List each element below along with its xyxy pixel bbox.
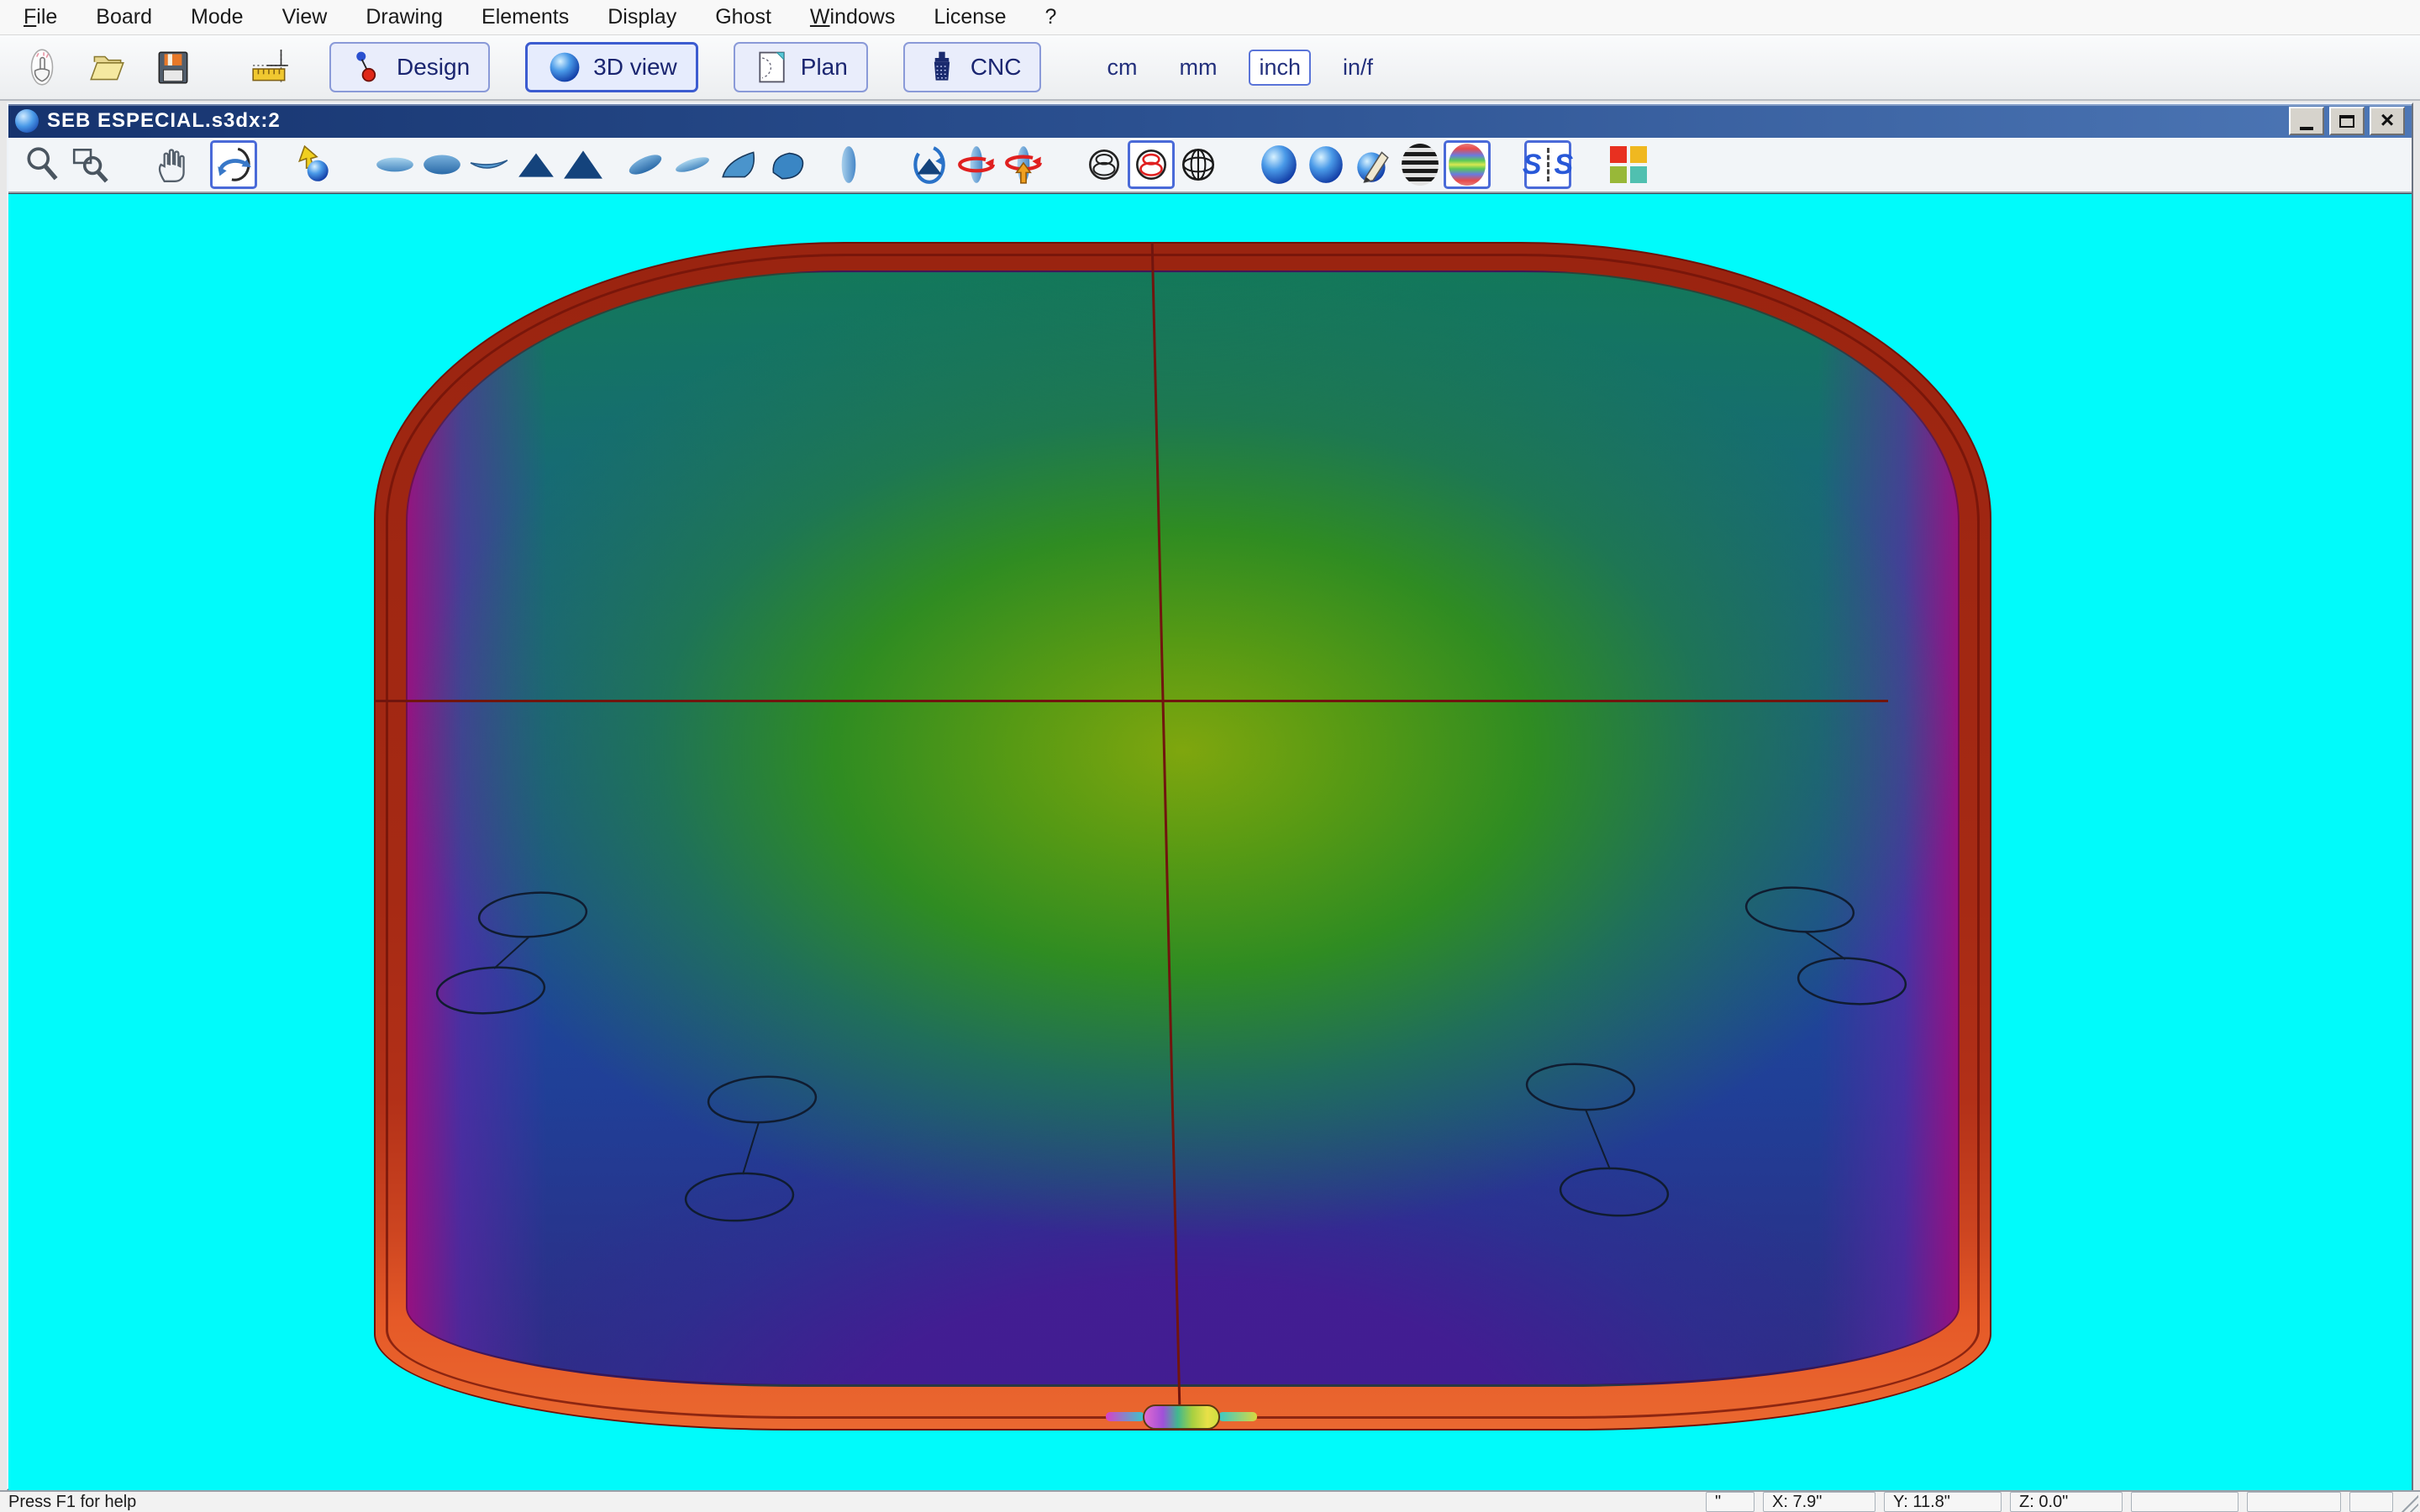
cnc-button[interactable]: CNC [903,42,1042,92]
pan-hand-icon[interactable] [148,140,195,189]
profile-triangle-1-icon[interactable] [513,140,560,189]
minimize-button[interactable] [2289,107,2324,135]
pick-point-icon[interactable] [291,140,338,189]
status-x-coordinate: X: 7.9" [1763,1492,1876,1512]
menu-drawing[interactable]: Drawing [366,5,443,29]
main-toolbar: Design 3D view Plan CNC cm mm inch in/f [0,35,2420,101]
surfboard-3d [374,242,1991,1431]
app-window: File Board Mode View Drawing Elements Di… [0,0,2420,1512]
board-front-icon[interactable] [825,140,872,189]
status-bar: Press F1 for help " X: 7.9" Y: 11.8" Z: … [0,1490,2420,1512]
menu-board[interactable]: Board [96,5,152,29]
status-empty-1 [2131,1492,2238,1512]
slice-oblique-2-icon[interactable] [669,140,716,189]
profile-triangle-2-icon[interactable] [560,140,607,189]
document-title: SEB ESPECIAL.s3dx:2 [47,109,2281,133]
menu-display[interactable]: Display [608,5,676,29]
tools-toolbar: SS [8,138,2412,193]
cnc-mill-icon [923,49,960,86]
board-yaw-rotate-icon[interactable] [953,140,1000,189]
wireframe-rings-icon[interactable] [1081,140,1128,189]
render-stripes-icon[interactable] [1397,140,1444,189]
pointer-board-icon[interactable] [18,44,66,91]
app-sphere-icon [15,109,39,133]
status-z-coordinate: Z: 0.0" [2010,1492,2123,1512]
symmetry-check-icon[interactable]: SS [1524,140,1571,189]
plan-button[interactable]: Plan [734,42,868,92]
tail-plug-streak-left [1106,1412,1144,1421]
board-deck-surface [406,270,1960,1387]
open-folder-icon[interactable] [84,44,131,91]
menu-mode[interactable]: Mode [191,5,244,29]
design-nodes-icon [350,49,387,86]
render-edit-pencil-icon[interactable] [1349,140,1397,189]
sphere-icon [546,49,583,86]
menu-view[interactable]: View [282,5,328,29]
status-empty-2 [2247,1492,2341,1512]
fin-plug-pair-right-front [1739,883,1916,1009]
unit-cm[interactable]: cm [1097,50,1147,86]
menu-ghost[interactable]: Ghost [715,5,771,29]
3d-view-button[interactable]: 3D view [525,42,698,92]
outline-flat-icon[interactable] [371,140,418,189]
render-sphere-1-icon[interactable] [1255,140,1302,189]
tail-fin-box [1143,1404,1220,1430]
render-rainbow-icon[interactable] [1444,140,1491,189]
viewport-canvas[interactable] [8,193,2412,1490]
menu-license[interactable]: License [934,5,1006,29]
design-button[interactable]: Design [329,42,490,92]
fin-plug-pair-left-front [429,887,597,1021]
unit-inf[interactable]: in/f [1333,50,1383,86]
wedge-view-icon[interactable] [716,140,763,189]
color-palette-icon[interactable] [1605,140,1652,189]
wireframe-rings-red-icon[interactable] [1128,140,1175,189]
unit-mm[interactable]: mm [1169,50,1227,86]
render-sphere-2-icon[interactable] [1302,140,1349,189]
zoom-icon[interactable] [20,140,67,189]
units-selector: cm mm inch in/f [1097,50,1383,86]
fin-plug-pair-right-rear [1521,1059,1681,1223]
rotate-3d-icon[interactable] [210,140,257,189]
volume-blob-icon[interactable] [763,140,810,189]
tail-plug-streak-right [1218,1412,1257,1421]
ruler-guides-icon[interactable] [247,44,294,91]
slice-oblique-1-icon[interactable] [622,140,669,189]
zoom-window-icon[interactable] [67,140,114,189]
close-button[interactable]: × [2370,107,2405,135]
document-title-bar[interactable]: SEB ESPECIAL.s3dx:2 × [8,104,2412,138]
status-help-text: Press F1 for help [0,1493,1706,1512]
plan-sheet-icon [754,49,791,86]
resize-grip[interactable] [2396,1492,2418,1512]
save-icon[interactable] [150,44,197,91]
fin-plug-pair-left-rear [681,1072,832,1231]
status-y-coordinate: Y: 11.8" [1884,1492,2002,1512]
board-yaw-up-icon[interactable] [1000,140,1047,189]
outline-full-icon[interactable] [418,140,466,189]
unit-inch[interactable]: inch [1249,50,1311,86]
status-empty-3 [2349,1492,2393,1512]
menu-elements[interactable]: Elements [481,5,569,29]
menu-help[interactable]: ? [1045,5,1057,29]
maximize-button[interactable] [2329,107,2365,135]
orbit-triangle-icon[interactable] [906,140,953,189]
menu-bar: File Board Mode View Drawing Elements Di… [0,0,2420,35]
menu-file[interactable]: File [24,5,57,29]
menu-windows[interactable]: Windows [810,5,895,29]
rocker-crescent-icon[interactable] [466,140,513,189]
center-crosshair-horizontal [376,700,1888,702]
status-unit: " [1706,1492,1754,1512]
document-window: SEB ESPECIAL.s3dx:2 × [7,102,2413,1490]
wireframe-mesh-icon[interactable] [1175,140,1222,189]
